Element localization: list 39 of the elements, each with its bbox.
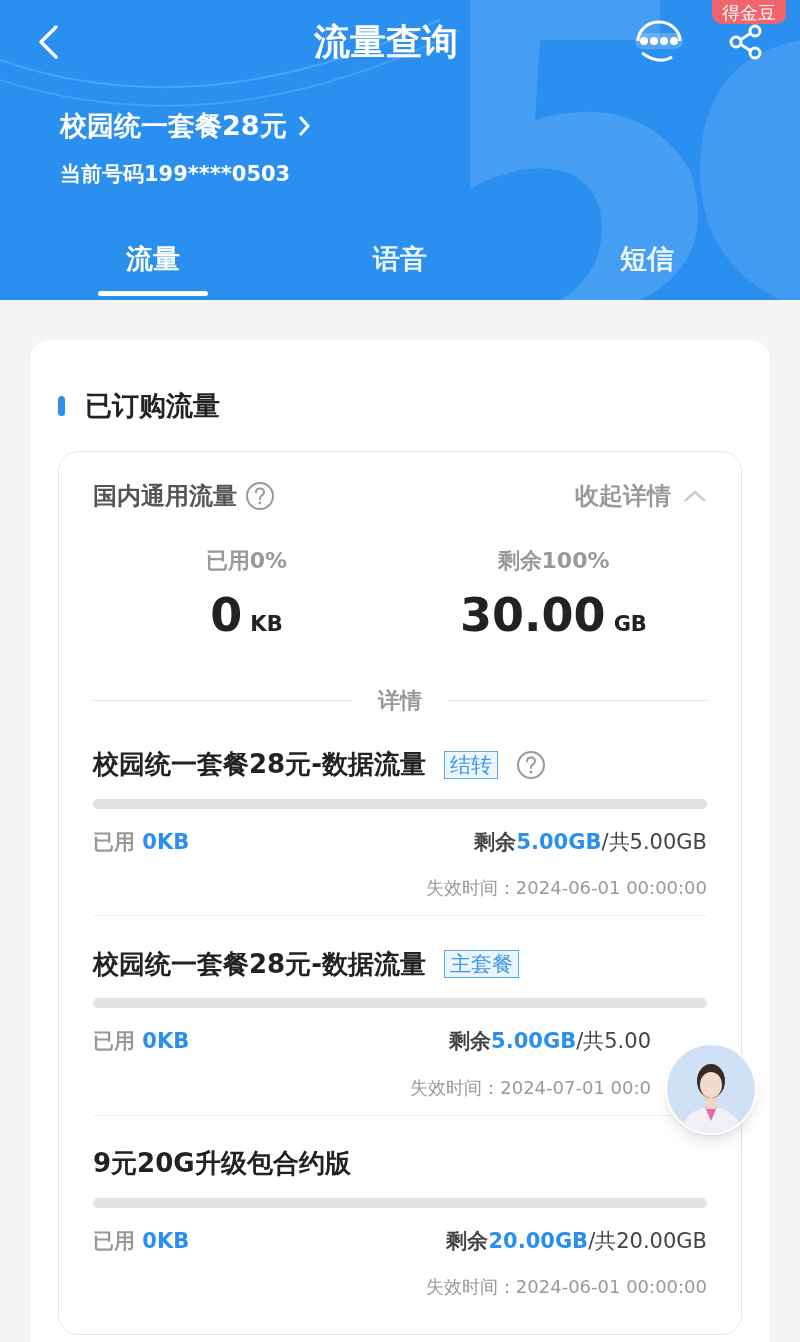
- collapse-toggle[interactable]: 收起详情: [575, 477, 707, 514]
- chevron-up-icon: [683, 488, 707, 503]
- used-amount: 已用 0KB: [93, 1028, 190, 1055]
- section-title: 已订购流量: [85, 389, 220, 423]
- help-icon[interactable]: [516, 749, 546, 780]
- package-tag: 结转: [444, 750, 498, 779]
- remaining-total: 剩余5.00GB/共5.00GB: [474, 828, 707, 856]
- expiry-time: 失效时间：2024-06-01 00:00:00: [425, 876, 707, 900]
- expiry-time: 失效时间：2024-07-01 00:0: [410, 1075, 651, 1100]
- used-amount: 已用 0KB: [93, 828, 190, 856]
- customer-service-icon[interactable]: [632, 19, 686, 65]
- remaining-total: 剩余5.00GB/共5.00: [449, 1028, 651, 1055]
- used-unit: KB: [250, 610, 283, 638]
- remaining-unit: GB: [613, 610, 647, 638]
- package-name: 9元20G升级包合约版: [93, 1147, 351, 1180]
- section-marker: [58, 396, 65, 417]
- tab[interactable]: 语音: [276, 238, 524, 300]
- package-tag: 主套餐: [444, 950, 519, 978]
- chevron-right-icon[interactable]: [296, 114, 311, 139]
- tab[interactable]: 短信: [523, 238, 770, 300]
- reward-badge[interactable]: 得金豆: [712, 0, 786, 24]
- package-name: 校园统一套餐28元-数据流量: [93, 748, 426, 781]
- used-percent: 已用0%: [205, 546, 288, 575]
- back-icon[interactable]: [36, 24, 60, 60]
- divider-label: 详情: [378, 686, 422, 715]
- phone-number: 当前号码199****0503: [59, 160, 292, 188]
- usage-title: 国内通用流量: [93, 480, 237, 512]
- help-icon[interactable]: [245, 480, 275, 511]
- used-amount: 0: [210, 586, 243, 644]
- share-icon[interactable]: [728, 24, 764, 60]
- expiry-time: 失效时间：2024-06-01 00:00:00: [425, 1275, 707, 1299]
- package-name: 校园统一套餐28元-数据流量: [93, 947, 426, 981]
- plan-name[interactable]: 校园统一套餐28元: [60, 106, 287, 147]
- remaining-percent: 剩余100%: [497, 546, 610, 575]
- remaining-amount: 30.00: [460, 586, 606, 644]
- page-title: 流量查询: [314, 20, 458, 64]
- used-amount: 已用 0KB: [93, 1227, 190, 1255]
- remaining-total: 剩余20.00GB/共20.00GB: [446, 1227, 707, 1255]
- tab[interactable]: 流量: [30, 238, 277, 300]
